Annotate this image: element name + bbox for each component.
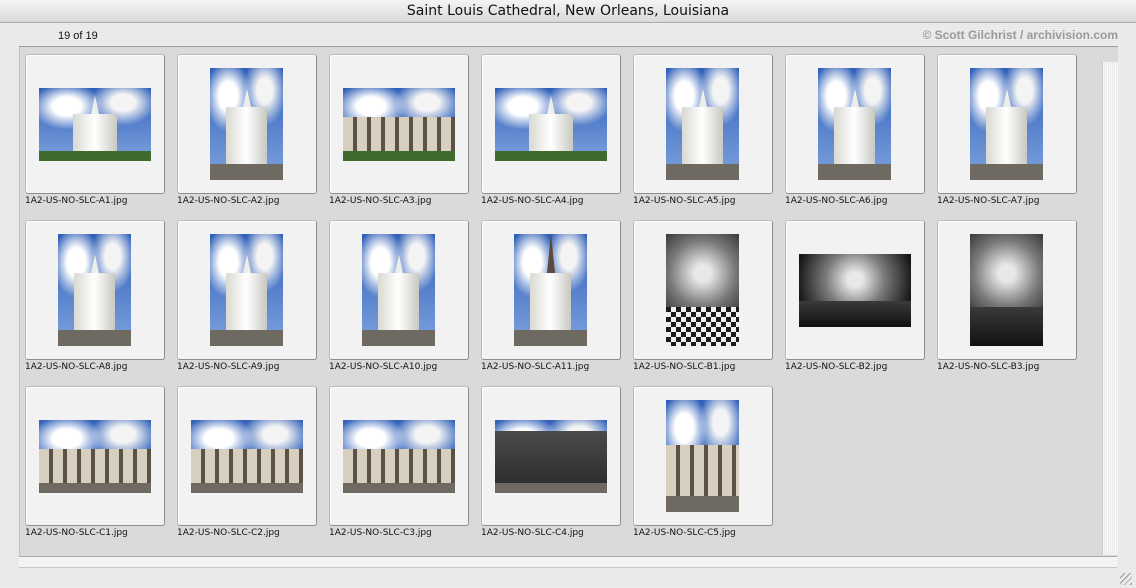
thumbnail-image[interactable] bbox=[343, 420, 455, 493]
thumbnail-item[interactable]: 1A2-US-NO-SLC-C2.jpg bbox=[177, 386, 317, 546]
thumbnail-frame[interactable] bbox=[633, 386, 773, 526]
thumbnail-image[interactable] bbox=[818, 68, 891, 180]
thumbnail-image[interactable] bbox=[210, 68, 283, 180]
thumbnail-item[interactable]: 1A2-US-NO-SLC-C3.jpg bbox=[329, 386, 469, 546]
thumbnail-frame[interactable] bbox=[25, 220, 165, 360]
thumbnail-filename: 1A2-US-NO-SLC-A1.jpg bbox=[25, 196, 128, 206]
thumbnail-image[interactable] bbox=[799, 254, 911, 327]
thumbnail-frame[interactable] bbox=[481, 386, 621, 526]
thumbnail-frame[interactable] bbox=[785, 54, 925, 194]
thumbnail-frame[interactable] bbox=[329, 386, 469, 526]
thumbnail-filename: 1A2-US-NO-SLC-B3.jpg bbox=[937, 362, 1040, 372]
thumbnail-image[interactable] bbox=[666, 234, 739, 346]
thumbnail-filename: 1A2-US-NO-SLC-A11.jpg bbox=[481, 362, 590, 372]
thumbnail-item[interactable]: 1A2-US-NO-SLC-A9.jpg bbox=[177, 220, 317, 380]
thumbnail-filename: 1A2-US-NO-SLC-C4.jpg bbox=[481, 528, 584, 538]
thumbnail-frame[interactable] bbox=[177, 220, 317, 360]
thumbnail-frame[interactable] bbox=[785, 220, 925, 360]
copyright-credit: © Scott Gilchrist / archivision.com bbox=[922, 28, 1118, 42]
thumbnail-item[interactable]: 1A2-US-NO-SLC-A7.jpg bbox=[937, 54, 1077, 214]
thumbnail-item[interactable]: 1A2-US-NO-SLC-A8.jpg bbox=[25, 220, 165, 380]
thumbnail-image[interactable] bbox=[970, 234, 1043, 346]
thumbnail-filename: 1A2-US-NO-SLC-B2.jpg bbox=[785, 362, 888, 372]
thumbnail-frame[interactable] bbox=[937, 220, 1077, 360]
thumbnail-item[interactable]: 1A2-US-NO-SLC-A10.jpg bbox=[329, 220, 469, 380]
thumbnail-filename: 1A2-US-NO-SLC-A5.jpg bbox=[633, 196, 736, 206]
thumbnail-image[interactable] bbox=[39, 420, 151, 493]
vertical-scrollbar[interactable] bbox=[1102, 62, 1118, 555]
thumbnail-frame[interactable] bbox=[177, 54, 317, 194]
thumbnail-frame[interactable] bbox=[329, 220, 469, 360]
thumbnail-image[interactable] bbox=[191, 420, 303, 493]
thumbnail-item[interactable]: 1A2-US-NO-SLC-A1.jpg bbox=[25, 54, 165, 214]
thumbnail-filename: 1A2-US-NO-SLC-A10.jpg bbox=[329, 362, 438, 372]
thumbnail-frame[interactable] bbox=[481, 220, 621, 360]
thumbnail-frame[interactable] bbox=[633, 54, 773, 194]
thumbnail-filename: 1A2-US-NO-SLC-C1.jpg bbox=[25, 528, 128, 538]
thumbnail-filename: 1A2-US-NO-SLC-C3.jpg bbox=[329, 528, 432, 538]
thumbnail-item[interactable]: 1A2-US-NO-SLC-C4.jpg bbox=[481, 386, 621, 546]
thumbnail-item[interactable]: 1A2-US-NO-SLC-A2.jpg bbox=[177, 54, 317, 214]
thumbnail-item[interactable]: 1A2-US-NO-SLC-B1.jpg bbox=[633, 220, 773, 380]
thumbnail-frame[interactable] bbox=[25, 54, 165, 194]
thumbnail-filename: 1A2-US-NO-SLC-A9.jpg bbox=[177, 362, 280, 372]
thumbnail-image[interactable] bbox=[210, 234, 283, 346]
thumbnail-image[interactable] bbox=[666, 400, 739, 512]
thumbnail-frame[interactable] bbox=[633, 220, 773, 360]
thumbnail-item[interactable]: 1A2-US-NO-SLC-A3.jpg bbox=[329, 54, 469, 214]
thumbnail-item[interactable]: 1A2-US-NO-SLC-C1.jpg bbox=[25, 386, 165, 546]
thumbnail-image[interactable] bbox=[495, 88, 607, 161]
thumbnail-image[interactable] bbox=[39, 88, 151, 161]
thumbnail-frame[interactable] bbox=[329, 54, 469, 194]
thumbnail-item[interactable]: 1A2-US-NO-SLC-A5.jpg bbox=[633, 54, 773, 214]
thumbnail-item[interactable]: 1A2-US-NO-SLC-B2.jpg bbox=[785, 220, 925, 380]
thumbnail-image[interactable] bbox=[970, 68, 1043, 180]
thumbnail-filename: 1A2-US-NO-SLC-A2.jpg bbox=[177, 196, 280, 206]
thumbnail-filename: 1A2-US-NO-SLC-C5.jpg bbox=[633, 528, 736, 538]
thumbnail-image[interactable] bbox=[666, 68, 739, 180]
thumbnail-filename: 1A2-US-NO-SLC-A8.jpg bbox=[25, 362, 128, 372]
thumbnail-frame[interactable] bbox=[481, 54, 621, 194]
thumbnail-image[interactable] bbox=[362, 234, 435, 346]
thumbnail-filename: 1A2-US-NO-SLC-A6.jpg bbox=[785, 196, 888, 206]
thumbnail-image[interactable] bbox=[514, 234, 587, 346]
thumbnail-image[interactable] bbox=[495, 420, 607, 493]
window-title: Saint Louis Cathedral, New Orleans, Loui… bbox=[0, 0, 1136, 23]
thumbnail-item[interactable]: 1A2-US-NO-SLC-A6.jpg bbox=[785, 54, 925, 214]
thumbnail-frame[interactable] bbox=[25, 386, 165, 526]
thumbnail-filename: 1A2-US-NO-SLC-C2.jpg bbox=[177, 528, 280, 538]
thumbnail-frame[interactable] bbox=[177, 386, 317, 526]
thumbnail-item[interactable]: 1A2-US-NO-SLC-B3.jpg bbox=[937, 220, 1077, 380]
thumbnail-filename: 1A2-US-NO-SLC-A7.jpg bbox=[937, 196, 1040, 206]
image-counter: 19 of 19 bbox=[58, 30, 98, 42]
thumbnail-filename: 1A2-US-NO-SLC-A4.jpg bbox=[481, 196, 584, 206]
horizontal-scrollbar[interactable] bbox=[19, 556, 1117, 568]
resize-grip-icon[interactable] bbox=[1120, 573, 1132, 585]
thumbnail-image[interactable] bbox=[343, 88, 455, 161]
thumbnail-filename: 1A2-US-NO-SLC-B1.jpg bbox=[633, 362, 736, 372]
thumbnail-filename: 1A2-US-NO-SLC-A3.jpg bbox=[329, 196, 432, 206]
thumbnail-item[interactable]: 1A2-US-NO-SLC-A4.jpg bbox=[481, 54, 621, 214]
thumbnail-image[interactable] bbox=[58, 234, 131, 346]
thumbnail-item[interactable]: 1A2-US-NO-SLC-A11.jpg bbox=[481, 220, 621, 380]
thumbnail-item[interactable]: 1A2-US-NO-SLC-C5.jpg bbox=[633, 386, 773, 546]
thumbnail-frame[interactable] bbox=[937, 54, 1077, 194]
